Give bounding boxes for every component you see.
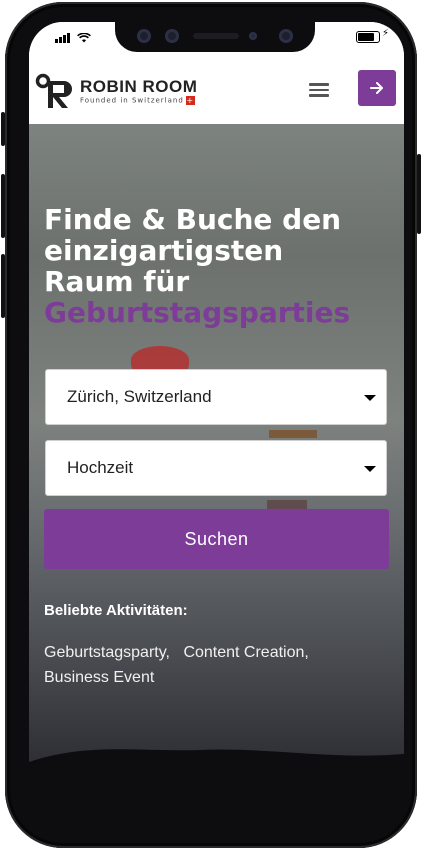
hero-heading: Finde & Buche den einzigartigsten Raum f…	[44, 204, 374, 328]
screen: ⚡ ROBIN ROOM Founded in Switzerland + Fi…	[29, 22, 404, 782]
location-select[interactable]: Zürich, Switzerland	[45, 369, 387, 425]
sensor-icon	[137, 29, 151, 43]
arrow-right-icon	[370, 82, 383, 94]
charging-icon: ⚡	[381, 28, 389, 39]
robin-room-logo-icon	[34, 72, 78, 112]
popular-activities-list: Geburtstagsparty, Content Creation, Busi…	[44, 640, 374, 690]
volume-up-button	[1, 174, 5, 238]
wifi-icon	[76, 32, 91, 43]
event-type-value: Hochzeit	[67, 458, 134, 477]
activity-link-birthday[interactable]: Geburtstagsparty,	[44, 644, 170, 661]
proximity-sensor	[249, 32, 257, 40]
location-value: Zürich, Switzerland	[67, 387, 212, 406]
signal-status	[55, 30, 91, 43]
face-id-icon	[279, 29, 293, 43]
site-header: ROBIN ROOM Founded in Switzerland +	[29, 66, 404, 124]
earpiece-speaker	[193, 33, 239, 39]
front-camera-icon	[165, 29, 179, 43]
power-button	[417, 154, 421, 234]
popular-activities-title: Beliebte Aktivitäten:	[44, 602, 188, 619]
tagline-text: Founded in Switzerland	[80, 96, 184, 105]
caret-down-icon	[364, 395, 376, 401]
status-bar: ⚡	[29, 22, 404, 66]
activity-link-content-creation[interactable]: Content Creation,	[183, 644, 308, 661]
phone-frame: ⚡ ROBIN ROOM Founded in Switzerland + Fi…	[1, 2, 421, 848]
notch	[115, 22, 315, 52]
login-button[interactable]	[358, 70, 396, 106]
bottom-wave-divider	[29, 749, 404, 782]
cellular-signal-icon	[55, 30, 71, 43]
background-shelf	[269, 430, 317, 438]
search-button[interactable]: Suchen	[44, 509, 389, 569]
swiss-flag-icon: +	[185, 96, 195, 105]
activity-link-business-event[interactable]: Business Event	[44, 669, 154, 686]
brand-name[interactable]: ROBIN ROOM	[80, 77, 197, 97]
hero-heading-text: Finde & Buche den einzigartigsten Raum f…	[44, 203, 342, 298]
hero-heading-accent: Geburtstagsparties	[44, 296, 351, 329]
hamburger-menu-icon[interactable]	[307, 80, 331, 100]
caret-down-icon	[364, 466, 376, 472]
brand-tagline: Founded in Switzerland +	[80, 96, 195, 105]
battery-icon	[356, 31, 380, 43]
hero-section: Finde & Buche den einzigartigsten Raum f…	[29, 124, 404, 782]
mute-switch	[1, 112, 5, 146]
volume-down-button	[1, 254, 5, 318]
event-type-select[interactable]: Hochzeit	[45, 440, 387, 496]
